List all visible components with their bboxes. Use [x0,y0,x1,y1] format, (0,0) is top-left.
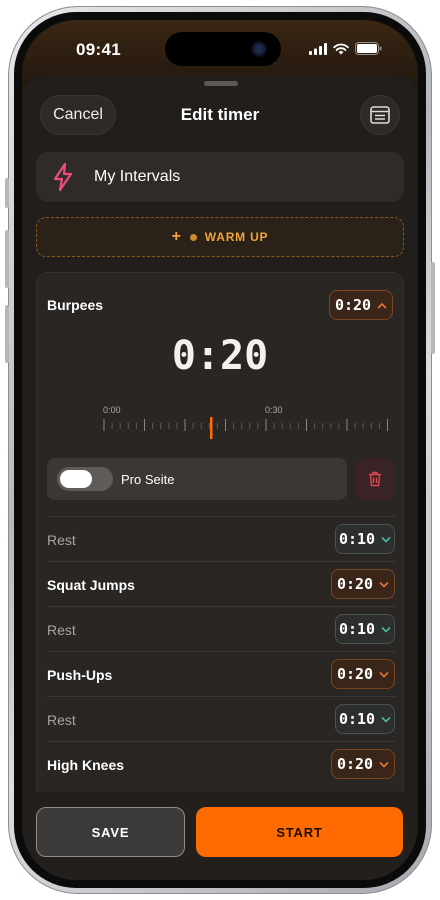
signal-icon [309,42,327,55]
duration-pill[interactable]: 0:20 [331,569,395,599]
delete-button[interactable] [356,458,394,500]
chevron-down-icon [381,626,391,633]
interval-list: Burpees 0:20 0:20 0:00 0:30 Pro Seite Re… [36,272,404,872]
status-time: 09:41 [76,40,121,59]
pro-seite-toggle[interactable] [57,467,113,491]
duration-pill[interactable]: 0:20 [331,659,395,689]
exercise-row[interactable]: Squat Jumps 0:20 [47,561,395,606]
row-label: Rest [47,532,76,548]
row-label: High Knees [47,757,125,773]
current-duration-pill[interactable]: 0:20 [329,290,393,320]
current-exercise-name: Burpees [47,297,104,313]
chevron-down-icon [379,761,389,768]
row-duration: 0:20 [336,755,374,773]
exercise-row[interactable]: Push-Ups 0:20 [47,651,395,696]
ruler-mid-label: 0:30 [265,405,283,415]
ruler-ticks [103,417,388,439]
warmup-label: WARM UP [204,230,269,244]
trash-icon [369,471,381,487]
chevron-down-icon [381,536,391,543]
row-label: Rest [47,712,76,728]
status-icons [309,42,382,55]
wifi-icon [333,43,349,54]
status-bar: 09:41 [22,20,418,76]
rest-row[interactable]: Rest 0:10 [47,696,395,741]
screen: 09:41 Cancel Edit timer My Intervals + W… [22,20,418,880]
action-button [5,178,9,208]
rest-row[interactable]: Rest 0:10 [47,516,395,561]
dynamic-island [165,32,281,66]
row-label: Rest [47,622,76,638]
chevron-down-icon [381,716,391,723]
plus-icon: + [171,228,182,245]
current-duration: 0:20 [334,296,372,314]
ruler-start-label: 0:00 [103,405,121,415]
add-warmup-button[interactable]: + WARM UP [36,217,404,257]
ruler-indicator[interactable] [210,417,213,439]
page-title: Edit timer [180,105,260,124]
camera-icon [251,41,267,57]
duration-ruler[interactable]: 0:00 0:30 [103,405,395,445]
duration-display: 0:20 [171,333,269,379]
row-duration: 0:10 [338,620,376,638]
lightning-icon [52,163,76,191]
timer-name-field[interactable]: My Intervals [36,152,404,202]
row-label: Push-Ups [47,667,113,683]
row-duration: 0:10 [338,530,376,548]
battery-icon [355,42,382,55]
duration-pill[interactable]: 0:10 [335,614,395,644]
start-button[interactable]: START [196,807,403,857]
chevron-up-icon [377,302,387,309]
sheet-grabber[interactable] [204,81,238,86]
row-duration: 0:20 [336,665,374,683]
pro-seite-label: Pro Seite [121,471,175,487]
timer-name: My Intervals [94,168,181,185]
chevron-down-icon [379,671,389,678]
power-button [431,262,435,354]
row-duration: 0:20 [336,575,374,593]
edit-timer-sheet: Cancel Edit timer My Intervals + WARM UP [22,75,418,880]
volume-down-button [5,305,9,363]
duration-pill[interactable]: 0:20 [331,749,395,779]
pro-seite-row: Pro Seite [47,458,347,500]
rest-row[interactable]: Rest 0:10 [47,606,395,651]
bottom-bar: SAVE START [22,792,418,880]
chevron-down-icon [379,581,389,588]
duration-pill[interactable]: 0:10 [335,704,395,734]
volume-up-button [5,230,9,288]
menu-icon [370,106,390,124]
menu-button[interactable] [360,95,400,135]
duration-pill[interactable]: 0:10 [335,524,395,554]
exercise-row[interactable]: High Knees 0:20 [47,741,395,786]
toggle-knob [60,470,92,488]
warmup-dot [189,233,197,241]
row-duration: 0:10 [338,710,376,728]
save-button[interactable]: SAVE [36,807,185,857]
row-label: Squat Jumps [47,577,135,593]
